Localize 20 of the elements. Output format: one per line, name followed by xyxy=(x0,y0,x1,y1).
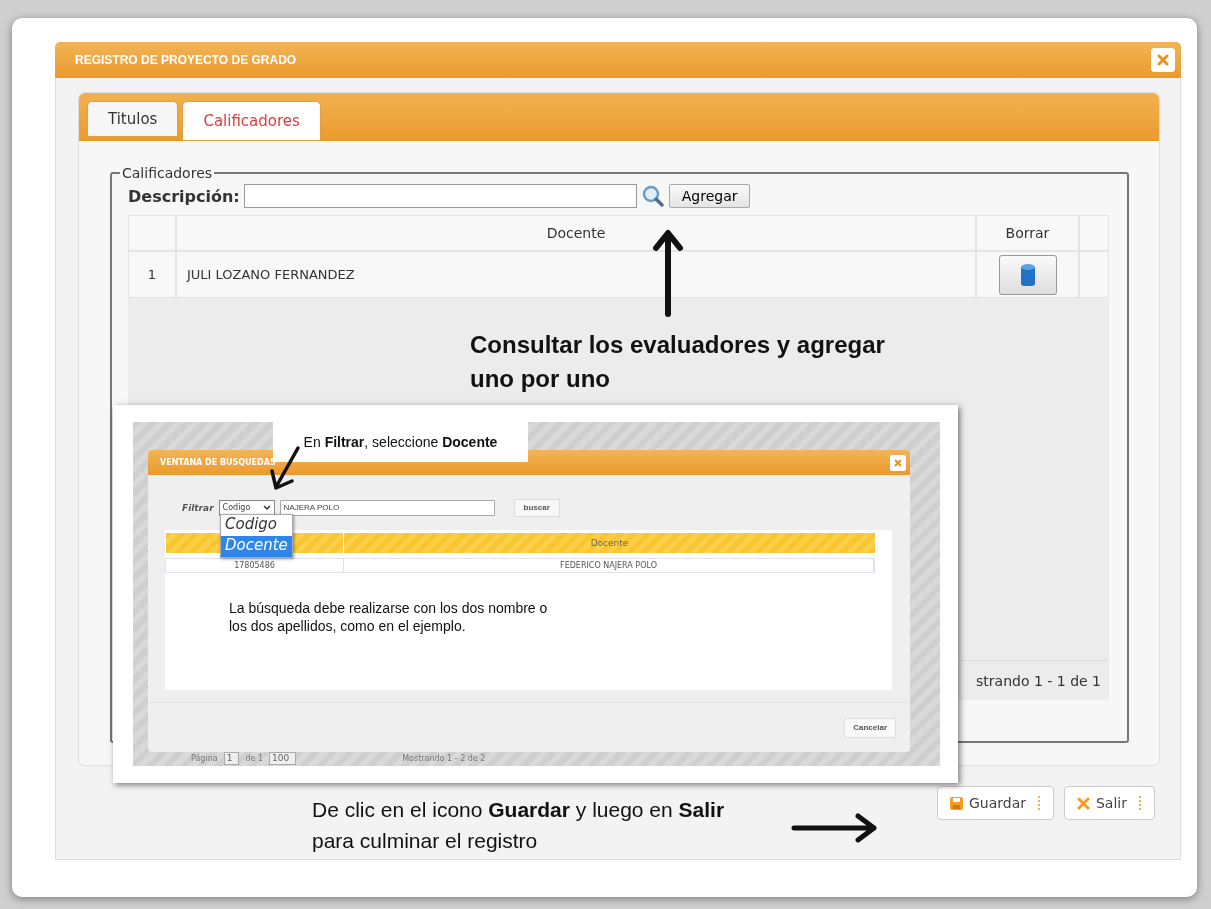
column-header: Borrar xyxy=(976,215,1079,251)
pager-label: de 1 xyxy=(245,754,263,763)
callout-text: En Filtrar, seleccione Docente xyxy=(273,422,528,462)
table-cell: 17805486 xyxy=(166,559,344,572)
annotation-text: De clic en el icono Guardar y luego en Salir para culminar el registro xyxy=(312,797,726,854)
fieldset-legend: Calificadores xyxy=(120,165,215,181)
row-number: 1 xyxy=(128,251,176,298)
table-cell: FEDERICO NAJERA POLO xyxy=(344,559,874,572)
description-label: Descripción: xyxy=(128,186,240,206)
search-dialog-title: VENTANA DE BUSQUEDAS xyxy=(160,458,276,467)
table-cell: JULI LOZANO FERNANDEZ xyxy=(176,251,976,298)
column-header: Docente xyxy=(343,533,875,553)
pager-text: Mostrando 1 - 2 de 2 xyxy=(402,754,486,763)
annotation-text: Consultar los evaluadores y agregar uno por uno xyxy=(470,330,886,394)
filter-label: Filtrar xyxy=(182,502,214,513)
pager-text: strando 1 - 1 de 1 xyxy=(976,672,1101,689)
annotation-text: La búsqueda debe realizarse con los dos nombre o los dos apellidos, como en el ejemplo. xyxy=(229,600,549,635)
dialog-title: REGISTRO DE PROYECTO DE GRADO xyxy=(75,53,297,67)
pager-label: Página xyxy=(191,754,218,763)
column-header: Docente xyxy=(176,215,976,251)
